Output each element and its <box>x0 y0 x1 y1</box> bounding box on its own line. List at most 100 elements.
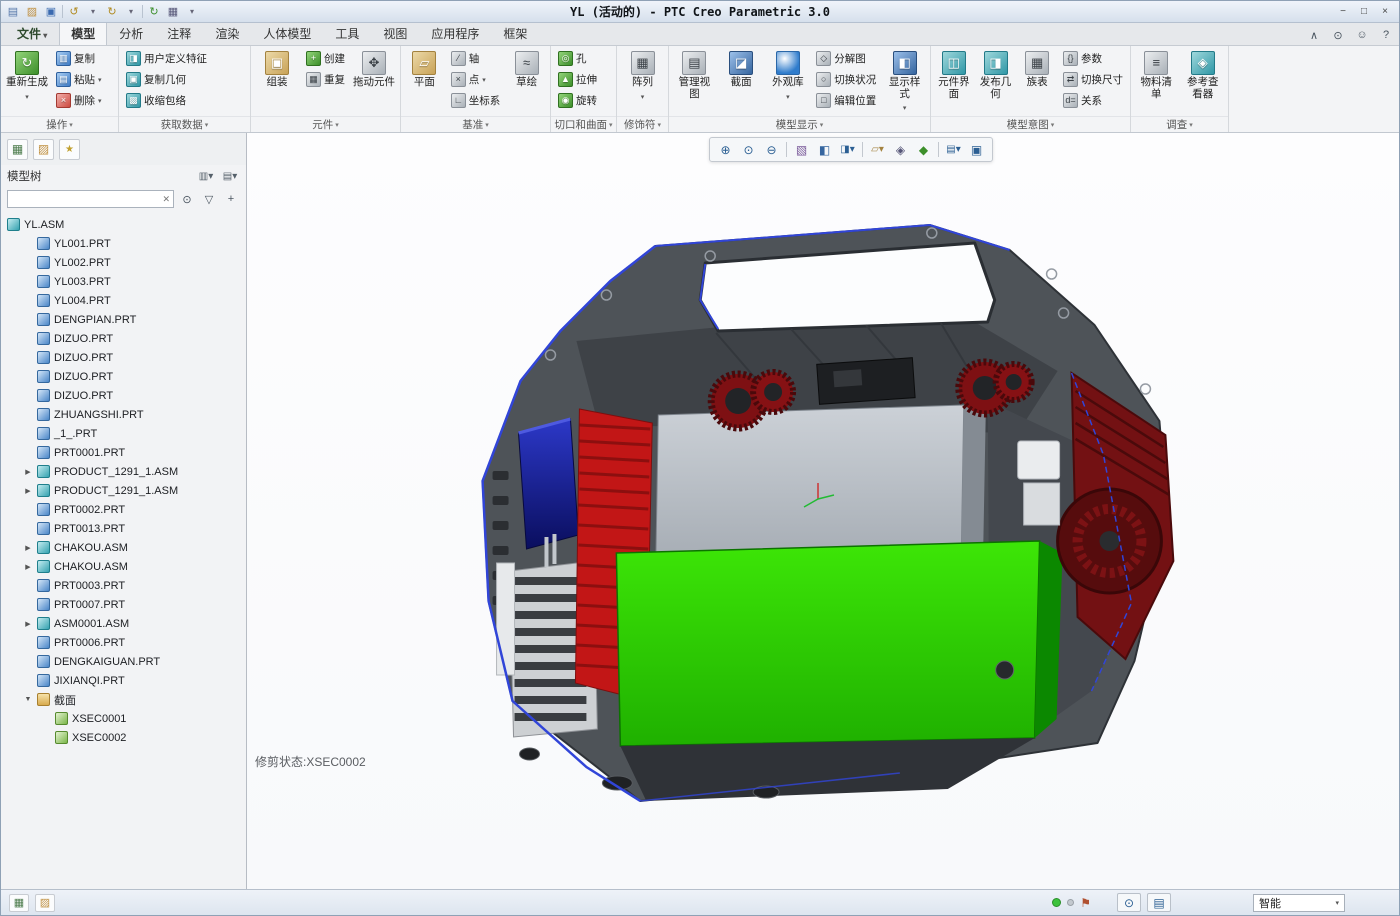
appearance-button[interactable]: 外观库 <box>766 48 811 105</box>
expand-icon[interactable] <box>23 563 33 571</box>
customize-quick-access-icon[interactable] <box>184 4 200 19</box>
tree-item[interactable]: PRODUCT_1291_1.ASM <box>1 462 246 481</box>
group-label-operations[interactable]: 操作 <box>1 116 118 132</box>
model-3d-view[interactable] <box>247 133 1399 889</box>
zoom-out-icon[interactable] <box>761 140 782 159</box>
expand-icon[interactable] <box>23 468 33 476</box>
folder-browser-icon[interactable] <box>33 139 54 160</box>
bom-button[interactable]: 物料清单 <box>1134 48 1179 103</box>
collapse-icon[interactable] <box>23 696 33 703</box>
tree-item[interactable]: YL003.PRT <box>1 272 246 291</box>
expand-icon[interactable] <box>23 487 33 495</box>
tree-item[interactable]: PRT0002.PRT <box>1 500 246 519</box>
saved-orientations-icon[interactable] <box>943 140 964 159</box>
tree-item-section[interactable]: XSEC0002 <box>1 728 246 747</box>
switch-dimensions-button[interactable]: 切换尺寸 <box>1059 69 1127 89</box>
tree-item[interactable]: PRODUCT_1291_1.ASM <box>1 481 246 500</box>
tree-item-sections-folder[interactable]: 截面 <box>1 690 246 709</box>
extrude-button[interactable]: 拉伸 <box>554 69 613 89</box>
group-label-model-intent[interactable]: 模型意图 <box>931 116 1130 132</box>
tree-settings-icon[interactable] <box>196 168 216 184</box>
display-style-button[interactable]: 显示样式 <box>882 48 927 117</box>
redo-caret-icon[interactable] <box>123 4 139 19</box>
group-label-investigate[interactable]: 调查 <box>1131 116 1228 132</box>
repaint-icon[interactable] <box>791 140 812 159</box>
new-file-icon[interactable] <box>5 4 21 19</box>
copy-button[interactable]: 复制 <box>52 48 106 68</box>
model-tree-toggle-icon[interactable] <box>7 139 28 160</box>
tab-tools[interactable]: 工具 <box>323 21 371 45</box>
tree-item[interactable]: JIXIANQI.PRT <box>1 671 246 690</box>
help-icon[interactable] <box>1377 27 1395 43</box>
group-label-datum[interactable]: 基准 <box>401 116 550 132</box>
tab-applications[interactable]: 应用程序 <box>419 21 491 45</box>
find-button[interactable] <box>1117 893 1141 912</box>
tab-render[interactable]: 渲染 <box>203 21 251 45</box>
tab-analysis[interactable]: 分析 <box>107 21 155 45</box>
command-search-icon[interactable] <box>1329 27 1347 43</box>
section-button[interactable]: 截面 <box>719 48 764 92</box>
refit-icon[interactable] <box>738 140 759 159</box>
point-button[interactable]: 点 <box>447 69 505 89</box>
group-label-cut-surface[interactable]: 切口和曲面 <box>551 116 616 132</box>
tab-framework[interactable]: 框架 <box>491 21 539 45</box>
tree-item[interactable]: DIZUO.PRT <box>1 329 246 348</box>
tree-item[interactable]: ZHUANGSHI.PRT <box>1 405 246 424</box>
maximize-button[interactable] <box>1354 4 1374 20</box>
collapse-ribbon-icon[interactable] <box>1305 27 1323 43</box>
tree-item[interactable]: YL004.PRT <box>1 291 246 310</box>
clear-search-icon[interactable]: ✕ <box>162 194 170 205</box>
zoom-in-icon[interactable] <box>715 140 736 159</box>
minimize-button[interactable] <box>1333 4 1353 20</box>
annotation-display-icon[interactable] <box>890 140 911 159</box>
tree-item[interactable]: PRT0013.PRT <box>1 519 246 538</box>
tree-item[interactable]: PRT0007.PRT <box>1 595 246 614</box>
tab-annotate[interactable]: 注释 <box>155 21 203 45</box>
tree-item[interactable]: DIZUO.PRT <box>1 367 246 386</box>
component-interface-button[interactable]: 元件界面 <box>934 48 974 103</box>
selection-filter-select[interactable]: 智能 <box>1253 894 1345 912</box>
group-label-model-display[interactable]: 模型显示 <box>669 116 930 132</box>
create-button[interactable]: 创建 <box>302 48 349 68</box>
regenerate-button[interactable]: 重新生成 <box>4 48 50 105</box>
tree-item[interactable]: YL002.PRT <box>1 253 246 272</box>
edit-position-button[interactable]: 编辑位置 <box>812 90 880 110</box>
tree-item-root[interactable]: YL.ASM <box>1 215 246 234</box>
favorites-icon[interactable] <box>59 139 80 160</box>
family-table-button[interactable]: 族表 <box>1017 48 1057 92</box>
relations-button[interactable]: 关系 <box>1059 90 1127 110</box>
group-label-component[interactable]: 元件 <box>251 116 400 132</box>
find-icon[interactable] <box>178 191 196 207</box>
regenerate-icon[interactable] <box>146 4 162 19</box>
plane-button[interactable]: 平面 <box>404 48 445 92</box>
add-column-icon[interactable] <box>222 191 240 207</box>
tree-item-section[interactable]: XSEC0001 <box>1 709 246 728</box>
tree-item[interactable]: CHAKOU.ASM <box>1 557 246 576</box>
tree-item[interactable]: CHAKOU.ASM <box>1 538 246 557</box>
graphics-area[interactable]: 修剪状态:XSEC0002 <box>247 133 1399 889</box>
shrinkwrap-button[interactable]: 收缩包络 <box>122 90 247 110</box>
tree-item[interactable]: PRT0001.PRT <box>1 443 246 462</box>
view-manager-icon[interactable] <box>966 140 987 159</box>
group-label-modifiers[interactable]: 修饰符 <box>617 116 668 132</box>
manage-views-button[interactable]: 管理视图 <box>672 48 717 103</box>
tree-item[interactable]: PRT0003.PRT <box>1 576 246 595</box>
tree-item[interactable]: DENGPIAN.PRT <box>1 310 246 329</box>
close-button[interactable] <box>1375 4 1395 20</box>
tab-view[interactable]: 视图 <box>371 21 419 45</box>
redo-icon[interactable] <box>104 4 120 19</box>
csys-button[interactable]: 坐标系 <box>447 90 505 110</box>
datum-display-filters-icon[interactable] <box>867 140 888 159</box>
tree-item[interactable]: PRT0006.PRT <box>1 633 246 652</box>
undo-caret-icon[interactable] <box>85 4 101 19</box>
revolve-button[interactable]: 旋转 <box>554 90 613 110</box>
expand-icon[interactable] <box>23 620 33 628</box>
reference-viewer-button[interactable]: 参考查看器 <box>1181 48 1226 103</box>
sketch-button[interactable]: 草绘 <box>506 48 547 92</box>
tree-search-input[interactable] <box>11 193 162 205</box>
parameters-button[interactable]: 参数 <box>1059 48 1127 68</box>
window-display-icon[interactable] <box>165 4 181 19</box>
tree-item[interactable]: DIZUO.PRT <box>1 386 246 405</box>
exploded-view-button[interactable]: 分解图 <box>812 48 880 68</box>
expand-icon[interactable] <box>23 544 33 552</box>
